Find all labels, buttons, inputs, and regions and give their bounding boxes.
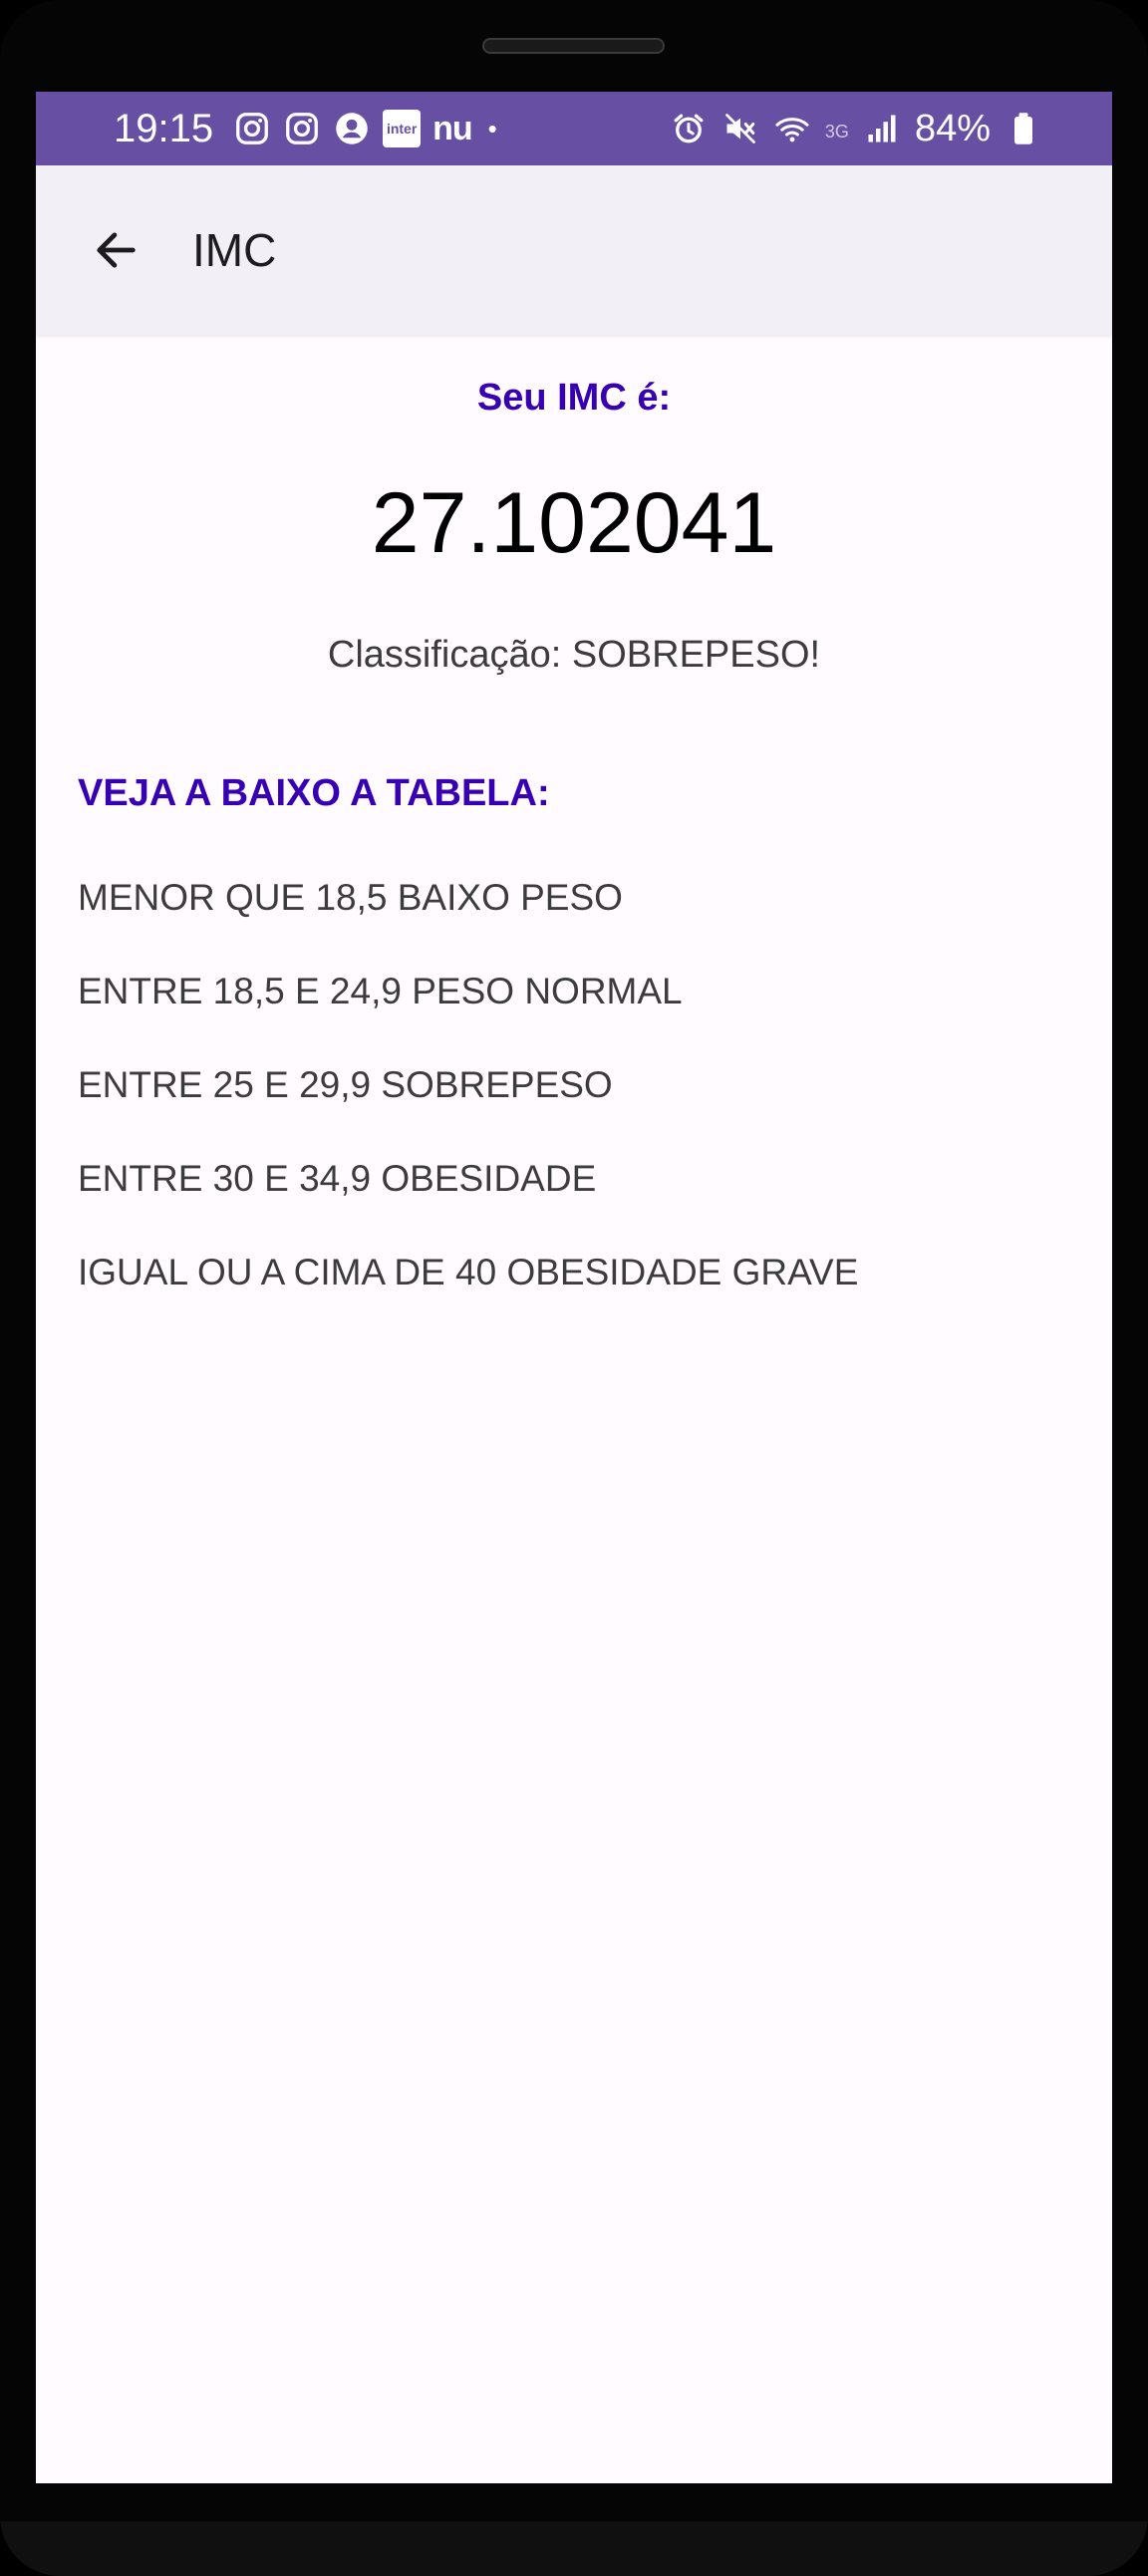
speaker-grille bbox=[482, 38, 665, 54]
table-item-normal: ENTRE 18,5 E 24,9 PESO NORMAL bbox=[78, 971, 683, 1011]
imc-label: Seu IMC é: bbox=[476, 377, 672, 419]
app-bar: IMC bbox=[36, 165, 1112, 335]
mute-icon bbox=[721, 110, 759, 147]
battery-percent: 84% bbox=[914, 107, 991, 149]
battery-icon bbox=[1004, 110, 1042, 147]
signal-icon bbox=[863, 110, 901, 147]
phone-bottom-bezel bbox=[0, 2521, 1148, 2576]
more-notifications-dot: • bbox=[487, 113, 497, 143]
table-item-obesity: ENTRE 30 E 34,9 OBESIDADE bbox=[78, 1158, 597, 1199]
arrow-left-icon bbox=[97, 232, 136, 268]
instagram-icon bbox=[283, 110, 321, 147]
account-icon bbox=[333, 110, 371, 147]
phone-frame: 19:15 inter nu • 3G 84% IMC Seu IMC é: 2… bbox=[0, 0, 1148, 2576]
status-time: 19:15 bbox=[114, 106, 214, 150]
imc-value: 27.102041 bbox=[371, 475, 777, 571]
table-item-overweight: ENTRE 25 E 29,9 SOBREPESO bbox=[78, 1064, 613, 1105]
classification-text: Classificação: SOBREPESO! bbox=[327, 634, 821, 676]
alarm-icon bbox=[670, 110, 708, 147]
network-type-label: 3G bbox=[824, 121, 849, 142]
table-item-underweight: MENOR QUE 18,5 BAIXO PESO bbox=[78, 877, 623, 918]
screen: 19:15 inter nu • 3G 84% IMC Seu IMC é: 2… bbox=[36, 92, 1112, 2483]
page-title: IMC bbox=[192, 224, 277, 276]
back-button[interactable] bbox=[80, 214, 151, 286]
inter-app-icon: inter bbox=[383, 110, 422, 147]
nubank-icon: nu bbox=[432, 109, 473, 147]
instagram-icon bbox=[233, 110, 271, 147]
status-left: 19:15 inter nu • bbox=[114, 107, 497, 151]
table-item-severe-obesity: IGUAL OU A CIMA DE 40 OBESIDADE GRAVE bbox=[78, 1252, 859, 1292]
table-heading: VEJA A BAIXO A TABELA: bbox=[78, 772, 550, 814]
wifi-icon bbox=[773, 110, 811, 147]
status-right: 3G 84% bbox=[670, 108, 1042, 150]
status-bar: 19:15 inter nu • 3G 84% bbox=[36, 92, 1112, 165]
